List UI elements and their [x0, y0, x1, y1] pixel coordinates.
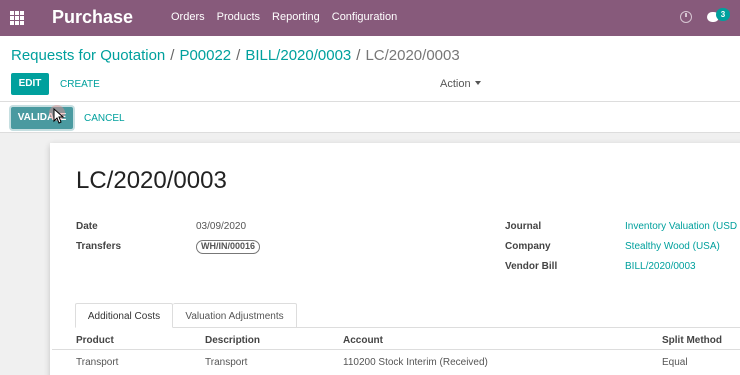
- tab-additional-costs[interactable]: Additional Costs: [75, 303, 173, 328]
- breadcrumb-separator: /: [356, 47, 361, 64]
- vendor-bill-value[interactable]: BILL/2020/0003: [625, 261, 696, 272]
- action-dropdown[interactable]: Action: [440, 78, 481, 90]
- edit-button[interactable]: EDIT: [11, 73, 49, 95]
- cell-description[interactable]: Transport: [205, 357, 247, 368]
- journal-value[interactable]: Inventory Valuation (USD: [625, 221, 737, 232]
- app-title: Purchase: [52, 7, 134, 27]
- menu-item-orders[interactable]: Orders: [171, 11, 205, 23]
- transfer-tag[interactable]: WH/IN/00016: [196, 240, 261, 254]
- menu-item-reporting[interactable]: Reporting: [272, 11, 320, 23]
- breadcrumb-separator: /: [236, 47, 241, 64]
- table-header-divider: [52, 349, 740, 350]
- date-value[interactable]: 03/09/2020: [196, 221, 246, 232]
- breadcrumb-po[interactable]: P00022: [179, 47, 231, 64]
- breadcrumb-separator: /: [170, 47, 175, 64]
- cancel-button[interactable]: CANCEL: [84, 113, 125, 124]
- create-button[interactable]: CREATE: [60, 79, 100, 90]
- caret-down-icon: [474, 81, 481, 85]
- menu-item-configuration[interactable]: Configuration: [332, 11, 397, 23]
- breadcrumb: Requests for Quotation / P00022/BILL/2020/…: [11, 47, 460, 64]
- company-value[interactable]: Stealthy Wood (USA): [625, 241, 720, 252]
- journal-label: Journal: [505, 221, 542, 232]
- activity-clock-icon[interactable]: [680, 11, 692, 23]
- mouse-cursor-icon: [53, 108, 65, 124]
- status-bar: VALIDATE CANCEL: [0, 102, 740, 133]
- breadcrumb-bill[interactable]: BILL/2020/0003: [245, 47, 351, 64]
- cell-product[interactable]: Transport: [76, 357, 118, 368]
- vendor-bill-label: Vendor Bill: [505, 261, 558, 272]
- top-navbar: Purchase Orders Products Reporting Confi…: [0, 0, 740, 36]
- column-header-description[interactable]: Description: [205, 335, 260, 346]
- breadcrumb-rfq[interactable]: Requests for Quotation: [11, 47, 165, 64]
- control-panel: Requests for Quotation / P00022/BILL/2020/…: [0, 36, 740, 102]
- column-header-account[interactable]: Account: [343, 335, 383, 346]
- record-title: LC/2020/0003: [76, 167, 227, 194]
- main-menu: Orders Products Reporting Configuration: [171, 11, 409, 23]
- date-label: Date: [76, 221, 98, 232]
- action-label: Action: [440, 78, 471, 90]
- company-label: Company: [505, 241, 551, 252]
- apps-grid-icon[interactable]: [10, 11, 24, 25]
- cell-account[interactable]: 110200 Stock Interim (Received): [343, 357, 488, 368]
- tab-valuation-adjustments[interactable]: Valuation Adjustments: [173, 303, 297, 328]
- breadcrumb-current: LC/2020/0003: [365, 47, 460, 64]
- transfers-label: Transfers: [76, 241, 122, 252]
- chat-count-badge: 3: [716, 8, 730, 21]
- column-header-product[interactable]: Product: [76, 335, 114, 346]
- column-header-split-method[interactable]: Split Method: [662, 335, 722, 346]
- menu-item-products[interactable]: Products: [217, 11, 260, 23]
- cell-split-method[interactable]: Equal: [662, 357, 688, 368]
